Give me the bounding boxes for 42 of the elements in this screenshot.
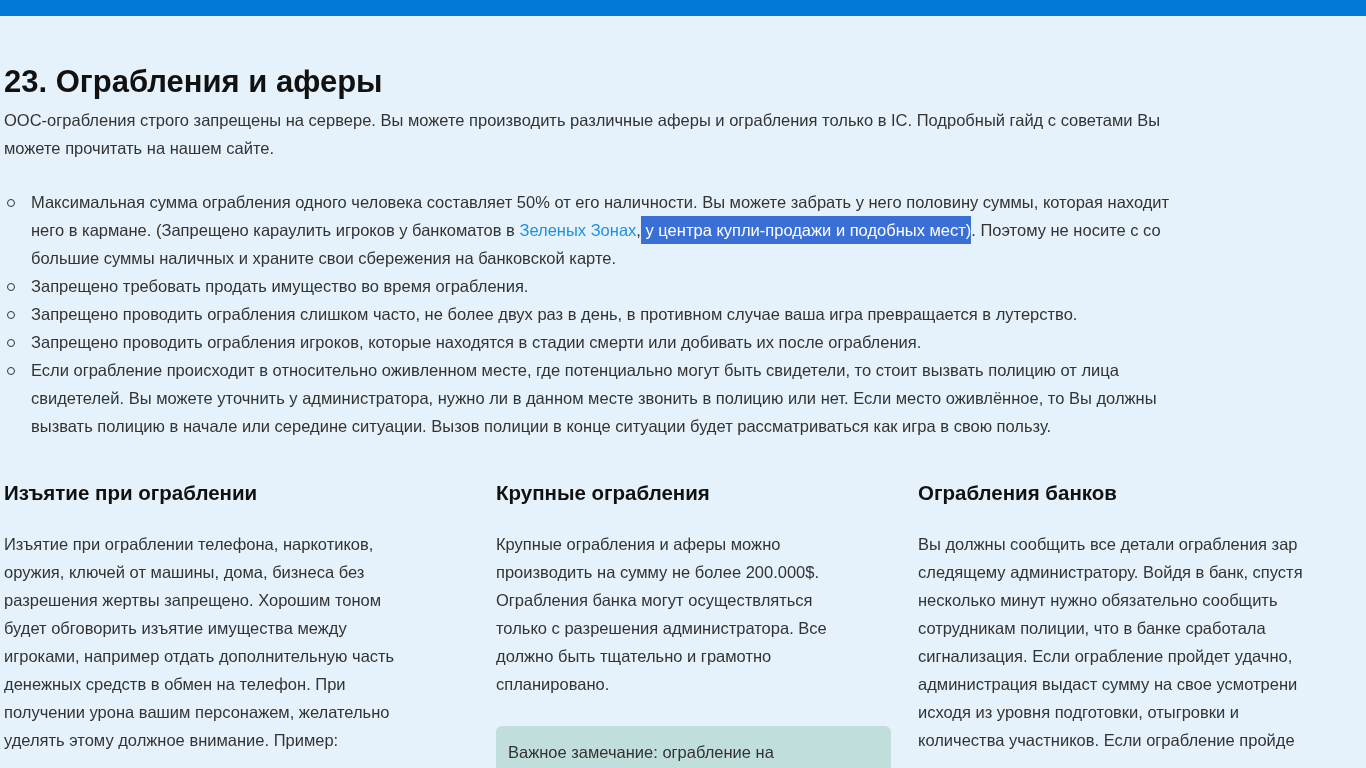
section-text: будет обговорить изъятие имущества между — [4, 618, 347, 639]
section-text: Вы должны сообщить все детали ограбления зар — [918, 534, 1298, 555]
section-text: только с разрешения администратора. Все — [496, 618, 827, 639]
section-heading: Изъятие при ограблении — [4, 480, 258, 506]
section-text: должно быть тщательно и грамотно — [496, 646, 772, 667]
section-text: сотрудникам полиции, что в банке сработала — [918, 618, 1266, 639]
rule-text: большие суммы наличных и храните свои сбережения на банковской карте. — [31, 248, 616, 269]
section-text: несколько минут нужно обязательно сообщить — [918, 590, 1278, 611]
section-text: игроками, например отдать дополнительную часть — [4, 646, 395, 667]
rule-text: свидетелей. Вы можете уточнить у администратора, нужно ли в данном месте звонить в полицию или нет. Если место оживлённое, то Вы должны — [31, 388, 1157, 409]
section-text: Изъятие при ограблении телефона, наркотиков, — [4, 534, 374, 555]
section-text: производить на сумму не более 200.000$. — [496, 562, 820, 583]
section-text: администрация выдаст сумму на свое усмотрени — [918, 674, 1298, 695]
section-heading: Ограбления банков — [918, 480, 1117, 506]
section-text: разрешения жертвы запрещено. Хорошим тоном — [4, 590, 382, 611]
section-text: сигнализация. Если ограбление пройдет удачно, — [918, 646, 1293, 667]
rule-text: Запрещено требовать продать имущество во время ограбления. — [31, 276, 529, 297]
section-heading: Крупные ограбления — [496, 480, 710, 506]
section-text: уделять этому должное внимание. Пример: — [4, 730, 339, 751]
section-text: Ограбления банка могут осуществляться — [496, 590, 813, 611]
section-text: получении урона вашим персонажем, желательно — [4, 702, 390, 723]
section-text: оружия, ключей от машины, дома, бизнеса без — [4, 562, 365, 583]
section-text: Крупные ограбления и аферы можно — [496, 534, 781, 555]
rule-text: него в кармане. (Запрещено караулить игроков у банкоматов в — [31, 220, 516, 241]
selected-text: у центра купли-продажи и подобных мест) — [640, 216, 972, 244]
page-title: 23. Ограбления и аферы — [4, 63, 383, 101]
section-text: следящему администратору. Войдя в банк, спустя — [918, 562, 1303, 583]
section-text: спланировано. — [496, 674, 610, 695]
rule-text: , — [636, 220, 641, 241]
rule-text: Запрещено проводить ограбления игроков, которые находятся в стадии смерти или добивать их после ограбления. — [31, 332, 922, 353]
section-text: денежных средств в обмен на телефон. При — [4, 674, 346, 695]
section-text: исходя из уровня подготовки, отыгровки и — [918, 702, 1240, 723]
rule-text: Максимальная сумма ограбления одного человека составляет 50% от его наличности. Вы можете забрать у него половину суммы, которая находит — [31, 192, 1170, 213]
section-text: количества участников. Если ограбление пройде — [918, 730, 1295, 751]
rule-text: . Поэтому не носите с со — [971, 220, 1161, 241]
rule-text: Если ограбление происходит в относительно оживленном месте, где потенциально могут быть свидетели, то стоит вызвать полицию от лица — [31, 360, 1119, 381]
intro-text: ООС-ограбления строго запрещены на сервере. Вы можете производить различные аферы и ограбления только в IC. Подробный гайд с советами Вы — [4, 110, 1161, 131]
rule-text: Запрещено проводить ограбления слишком часто, не более двух раз в день, в противном случае ваша игра превращается в лутерство. — [31, 304, 1078, 325]
intro-text: можете прочитать на нашем сайте. — [4, 138, 275, 159]
note-text: Важное замечание: ограбление на — [508, 743, 774, 761]
zone-link[interactable]: Зеленых Зонах — [519, 216, 637, 244]
rule-text: вызвать полицию в начале или середине ситуации. Вызов полиции в конце ситуации будет рассматриваться как игра в свою пользу. — [31, 416, 1052, 437]
